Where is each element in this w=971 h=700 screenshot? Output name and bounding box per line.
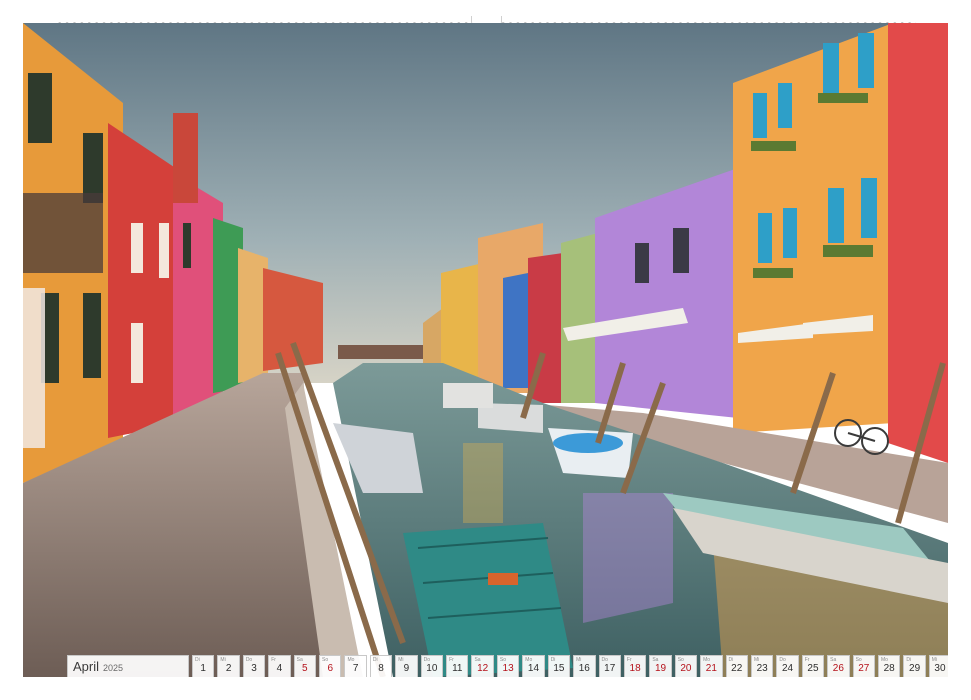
calendar-day-cell: So 20 bbox=[674, 655, 698, 677]
day-number: 17 bbox=[604, 663, 616, 674]
calendar-day-cell: So 13 bbox=[496, 655, 520, 677]
calendar-day-cell: Di 29 bbox=[903, 655, 926, 677]
day-number: 22 bbox=[731, 663, 743, 674]
calendar-day-cell: Di 22 bbox=[725, 655, 748, 677]
calendar-day-cell: Sa 26 bbox=[827, 655, 850, 677]
month-label-box: April 2025 bbox=[67, 655, 189, 677]
calendar-day-cell: Sa 5 bbox=[293, 655, 317, 677]
calendar-day-cell: Sa 19 bbox=[649, 655, 672, 677]
day-number: 25 bbox=[807, 663, 819, 674]
day-number: 30 bbox=[934, 663, 946, 674]
calendar-day-cell: Do 10 bbox=[420, 655, 444, 677]
calendar-bar: April 2025 Di 1 Mi 2 Do 3 Fr 4 Sa 5 So 6 Mo 7 Di 8 Mi 9 Do… bbox=[67, 655, 948, 677]
calendar-day-cell: Fr 11 bbox=[446, 655, 469, 677]
calendar-day-cell: Mi 23 bbox=[750, 655, 774, 677]
day-number: 28 bbox=[883, 663, 895, 674]
calendar-day-cell: Di 15 bbox=[547, 655, 571, 677]
calendar-day-cell: So 27 bbox=[852, 655, 875, 677]
day-number: 12 bbox=[477, 663, 489, 674]
day-number: 2 bbox=[225, 663, 232, 674]
calendar-day-cell: Do 24 bbox=[776, 655, 799, 677]
calendar-day-cell: Do 3 bbox=[242, 655, 266, 677]
day-number: 24 bbox=[781, 663, 794, 674]
day-number: 1 bbox=[200, 663, 206, 674]
calendar-day-cell: Mo 21 bbox=[700, 655, 723, 677]
calendar-day-cell: So 6 bbox=[319, 655, 342, 677]
day-number: 20 bbox=[680, 663, 692, 674]
calendar-day-cell: Di 1 bbox=[192, 655, 215, 677]
calendar-day-cell: Do 17 bbox=[598, 655, 621, 677]
calendar-day-cell: Mi 16 bbox=[573, 655, 596, 677]
month-year: 2025 bbox=[103, 663, 124, 673]
burano-canal-photo: April 2025 Di 1 Mi 2 Do 3 Fr 4 Sa 5 So 6 Mo 7 Di 8 Mi 9 Do… bbox=[23, 23, 948, 677]
day-number: 23 bbox=[756, 663, 768, 674]
day-number: 3 bbox=[251, 663, 257, 674]
day-number: 27 bbox=[858, 663, 870, 674]
day-number: 5 bbox=[302, 663, 308, 674]
month-name: April bbox=[73, 659, 100, 674]
day-number: 10 bbox=[426, 663, 438, 674]
calendar-day-cell: Fr 18 bbox=[623, 655, 647, 677]
day-number: 29 bbox=[909, 663, 921, 674]
distant-bridge bbox=[338, 345, 433, 359]
calendar-day-cell: Di 8 bbox=[369, 655, 393, 677]
day-number: 4 bbox=[276, 663, 283, 674]
calendar-day-cell: Fr 25 bbox=[801, 655, 825, 677]
day-number: 19 bbox=[654, 663, 667, 674]
day-number: 13 bbox=[502, 663, 514, 674]
calendar-day-cell: Mi 30 bbox=[928, 655, 948, 677]
calendar-day-cell: Fr 4 bbox=[268, 655, 291, 677]
day-number: 15 bbox=[553, 663, 565, 674]
day-number: 14 bbox=[527, 663, 540, 674]
day-number: 26 bbox=[832, 663, 844, 674]
calendar-day-cell: Mo 7 bbox=[344, 655, 367, 677]
day-number: 21 bbox=[705, 663, 717, 674]
calendar-day-cell: Mo 14 bbox=[522, 655, 545, 677]
day-number: 16 bbox=[578, 663, 590, 674]
calendar-day-cell: Mo 28 bbox=[877, 655, 901, 677]
calendar-day-cell: Sa 12 bbox=[471, 655, 494, 677]
calendar-day-cell: Mi 9 bbox=[395, 655, 418, 677]
day-number: 8 bbox=[378, 663, 384, 674]
day-number: 9 bbox=[403, 663, 410, 674]
day-number: 18 bbox=[629, 663, 641, 674]
day-number: 7 bbox=[352, 663, 359, 674]
day-number: 11 bbox=[452, 663, 463, 674]
day-number: 6 bbox=[327, 663, 334, 674]
calendar-day-cell: Mi 2 bbox=[217, 655, 240, 677]
